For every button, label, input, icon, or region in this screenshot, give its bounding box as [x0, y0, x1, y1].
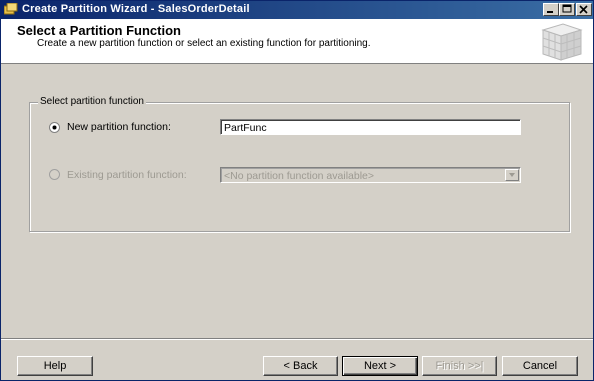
existing-function-label: Existing partition function: [67, 169, 187, 181]
minimize-button[interactable] [543, 3, 559, 16]
wizard-header: Select a Partition Function Create a new… [1, 19, 593, 64]
close-button[interactable] [576, 3, 592, 16]
wizard-app-icon [3, 2, 18, 15]
help-button[interactable]: Help [17, 356, 93, 376]
page-title: Select a Partition Function [17, 23, 181, 38]
maximize-icon [562, 4, 572, 13]
new-function-name-input[interactable]: PartFunc [220, 119, 521, 135]
title-bar[interactable]: Create Partition Wizard - SalesOrderDeta… [1, 1, 593, 19]
group-legend: Select partition function [38, 96, 146, 107]
window-title: Create Partition Wizard - SalesOrderDeta… [22, 3, 250, 15]
cube-grid-icon [533, 20, 585, 65]
wizard-window: Create Partition Wizard - SalesOrderDeta… [0, 0, 594, 381]
footer-separator [1, 338, 593, 340]
back-button[interactable]: < Back [263, 356, 338, 376]
new-function-radio[interactable] [49, 122, 60, 133]
existing-function-radio[interactable] [49, 169, 60, 180]
chevron-down-icon [509, 173, 515, 177]
radio-selected-icon [49, 122, 60, 133]
close-icon [579, 5, 588, 14]
cancel-button[interactable]: Cancel [502, 356, 578, 376]
finish-button[interactable]: Finish >>| [422, 356, 497, 376]
existing-function-dropdown[interactable]: <No partition function available> [220, 167, 521, 183]
maximize-button[interactable] [559, 3, 575, 16]
dropdown-arrow-button[interactable] [505, 169, 519, 181]
next-button[interactable]: Next > [342, 356, 418, 376]
existing-function-value: <No partition function available> [224, 170, 375, 182]
minimize-icon [547, 11, 553, 13]
radio-unselected-icon [49, 169, 60, 180]
page-subtitle: Create a new partition function or selec… [37, 38, 371, 49]
new-function-label[interactable]: New partition function: [67, 121, 171, 133]
